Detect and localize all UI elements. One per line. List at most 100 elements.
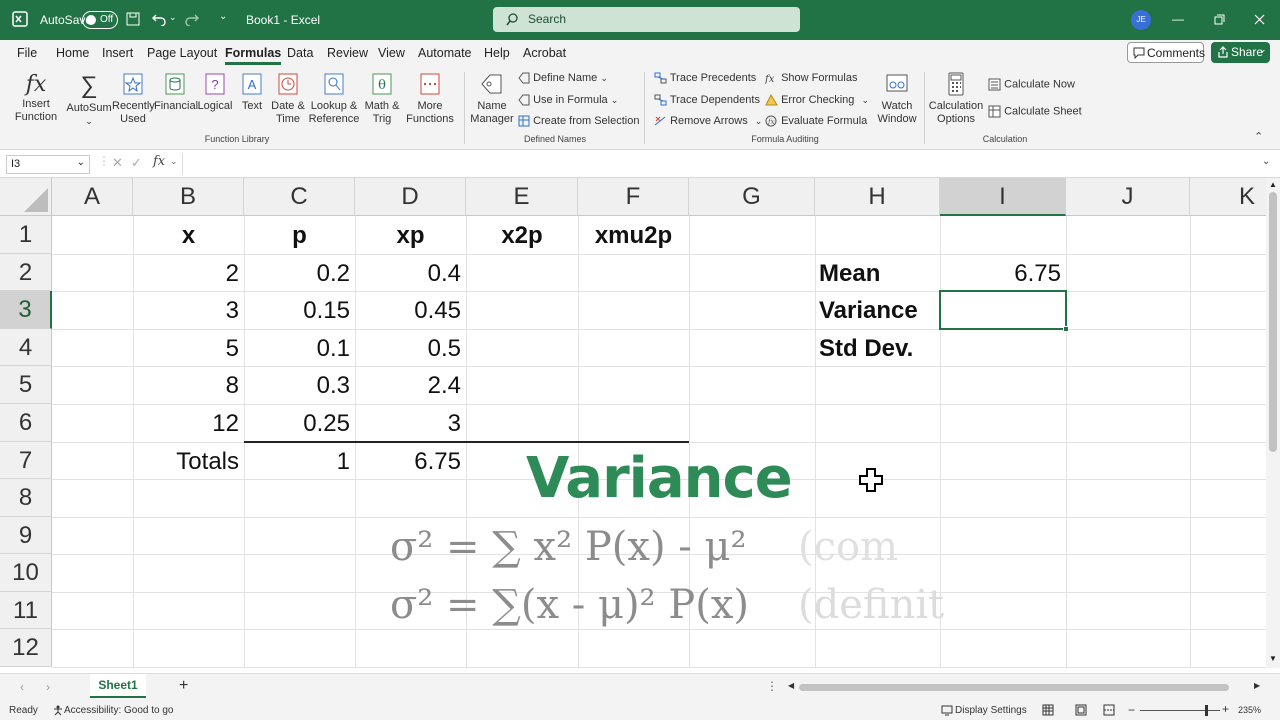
- row-header-5[interactable]: 5: [0, 366, 52, 404]
- trace-precedents-button[interactable]: Trace Precedents: [654, 72, 756, 84]
- calculation-options-button[interactable]: Calculation Options: [928, 72, 984, 126]
- scroll-down-icon[interactable]: ▼: [1269, 654, 1277, 663]
- watch-window-button[interactable]: Watch Window: [876, 72, 918, 126]
- use-in-formula-button[interactable]: Use in Formula ⌄: [518, 94, 618, 106]
- row-header-11[interactable]: 11: [0, 592, 52, 629]
- name-box-dropdown-icon[interactable]: ⌄: [77, 157, 85, 168]
- row-header-9[interactable]: 9: [0, 517, 52, 554]
- cell-b4[interactable]: 5: [133, 335, 239, 363]
- customize-qat-icon[interactable]: ⌄: [219, 11, 227, 22]
- math-trig-button[interactable]: θ Math & Trig: [362, 72, 402, 126]
- undo-icon[interactable]: [151, 12, 167, 26]
- cell-d1[interactable]: xp: [355, 222, 466, 250]
- cell-h3[interactable]: Variance: [819, 297, 918, 325]
- row-header-1[interactable]: 1: [0, 216, 52, 254]
- autosave-toggle[interactable]: Off: [82, 11, 118, 29]
- tab-file[interactable]: File: [17, 46, 37, 60]
- column-header-d[interactable]: D: [355, 178, 466, 216]
- zoom-out-icon[interactable]: −: [1128, 703, 1135, 717]
- cell-c6[interactable]: 0.25: [244, 410, 350, 438]
- share-dropdown-icon[interactable]: ⌄: [1259, 44, 1267, 55]
- cell-d5[interactable]: 2.4: [355, 372, 461, 400]
- cell-b6[interactable]: 12: [133, 410, 239, 438]
- save-icon[interactable]: [126, 12, 140, 26]
- column-header-g[interactable]: G: [689, 178, 815, 216]
- cancel-icon[interactable]: ✕: [112, 155, 123, 171]
- name-box[interactable]: I3 ⌄: [6, 155, 90, 174]
- formula-input[interactable]: [182, 153, 1262, 175]
- scroll-up-icon[interactable]: ▲: [1269, 180, 1277, 189]
- row-header-2[interactable]: 2: [0, 254, 52, 291]
- undo-dropdown-icon[interactable]: ⌄: [169, 12, 177, 23]
- zoom-in-icon[interactable]: +: [1222, 702, 1229, 716]
- collapse-ribbon-icon[interactable]: ⌃: [1254, 130, 1263, 143]
- expand-formula-bar-icon[interactable]: ⌄: [1262, 156, 1270, 167]
- calculate-sheet-button[interactable]: Calculate Sheet: [988, 105, 1082, 118]
- insert-function-icon[interactable]: fx: [153, 154, 165, 169]
- cell-d2[interactable]: 0.4: [355, 260, 461, 288]
- prev-sheet-icon[interactable]: ‹: [20, 680, 24, 694]
- column-header-j[interactable]: J: [1066, 178, 1190, 216]
- cell-d6[interactable]: 3: [355, 410, 461, 438]
- text-button[interactable]: A Text: [238, 72, 266, 113]
- share-button[interactable]: Share ⌄: [1211, 42, 1270, 63]
- cell-c1[interactable]: p: [244, 222, 355, 250]
- search-box[interactable]: Search: [493, 7, 800, 32]
- column-header-e[interactable]: E: [466, 178, 578, 216]
- zoom-level[interactable]: 235%: [1238, 705, 1261, 715]
- display-settings-button[interactable]: Display Settings: [955, 705, 1027, 716]
- next-sheet-icon[interactable]: ›: [46, 680, 50, 694]
- cell-e1[interactable]: x2p: [466, 222, 578, 250]
- column-header-i[interactable]: I: [940, 178, 1066, 216]
- row-header-8[interactable]: 8: [0, 479, 52, 517]
- remove-arrows-button[interactable]: Remove Arrows ⌄: [654, 115, 762, 127]
- row-header-12[interactable]: 12: [0, 629, 52, 667]
- zoom-slider[interactable]: [1140, 710, 1220, 711]
- autosum-button[interactable]: ∑ AutoSum ⌄: [66, 72, 112, 128]
- tab-formulas[interactable]: Formulas: [225, 46, 282, 65]
- evaluate-formula-button[interactable]: fx Evaluate Formula: [765, 115, 867, 127]
- fill-handle[interactable]: [1063, 326, 1069, 332]
- minimize-icon[interactable]: —: [1172, 12, 1184, 26]
- cell-b3[interactable]: 3: [133, 297, 239, 325]
- cell-f1[interactable]: xmu2p: [578, 222, 689, 250]
- sheet-tab-sheet1[interactable]: Sheet1: [90, 674, 146, 698]
- error-checking-button[interactable]: Error Checking ⌄: [765, 94, 869, 106]
- restore-icon[interactable]: [1214, 14, 1225, 25]
- row-header-10[interactable]: 10: [0, 554, 52, 592]
- close-icon[interactable]: [1254, 14, 1265, 25]
- zoom-slider-thumb[interactable]: [1205, 705, 1208, 716]
- redo-icon[interactable]: [184, 12, 200, 26]
- column-header-f[interactable]: F: [578, 178, 689, 216]
- cell-d3[interactable]: 0.45: [355, 297, 461, 325]
- normal-view-icon[interactable]: [1042, 704, 1054, 716]
- comments-button[interactable]: Comments: [1127, 42, 1205, 63]
- tab-data[interactable]: Data: [287, 46, 313, 60]
- column-header-c[interactable]: C: [244, 178, 355, 216]
- cell-h4[interactable]: Std Dev.: [819, 335, 913, 363]
- more-functions-button[interactable]: More Functions: [404, 72, 456, 126]
- cell-i2[interactable]: 6.75: [940, 260, 1061, 288]
- tab-page-layout[interactable]: Page Layout: [147, 46, 217, 60]
- tab-help[interactable]: Help: [484, 46, 510, 60]
- row-header-4[interactable]: 4: [0, 329, 52, 366]
- create-from-selection-button[interactable]: Create from Selection: [518, 115, 639, 127]
- cell-c3[interactable]: 0.15: [244, 297, 350, 325]
- lookup-reference-button[interactable]: Lookup & Reference: [308, 72, 360, 126]
- cell-h2[interactable]: Mean: [819, 260, 880, 288]
- row-header-7[interactable]: 7: [0, 442, 52, 479]
- add-sheet-icon[interactable]: +: [179, 677, 188, 695]
- scroll-right-icon[interactable]: ▶: [1254, 681, 1260, 690]
- column-header-h[interactable]: H: [815, 178, 940, 216]
- show-formulas-button[interactable]: fx Show Formulas: [764, 72, 857, 85]
- scroll-left-icon[interactable]: ◀: [788, 681, 794, 690]
- accessibility-status[interactable]: Accessibility: Good to go: [64, 705, 174, 716]
- tab-home[interactable]: Home: [56, 46, 89, 60]
- column-header-a[interactable]: A: [52, 178, 133, 216]
- tab-split-icon[interactable]: ⋮: [766, 679, 778, 693]
- tab-automate[interactable]: Automate: [418, 46, 472, 60]
- column-header-k[interactable]: K: [1190, 178, 1266, 216]
- tab-insert[interactable]: Insert: [102, 46, 133, 60]
- cell-b7[interactable]: Totals: [133, 448, 239, 476]
- cell-c7[interactable]: 1: [244, 448, 350, 476]
